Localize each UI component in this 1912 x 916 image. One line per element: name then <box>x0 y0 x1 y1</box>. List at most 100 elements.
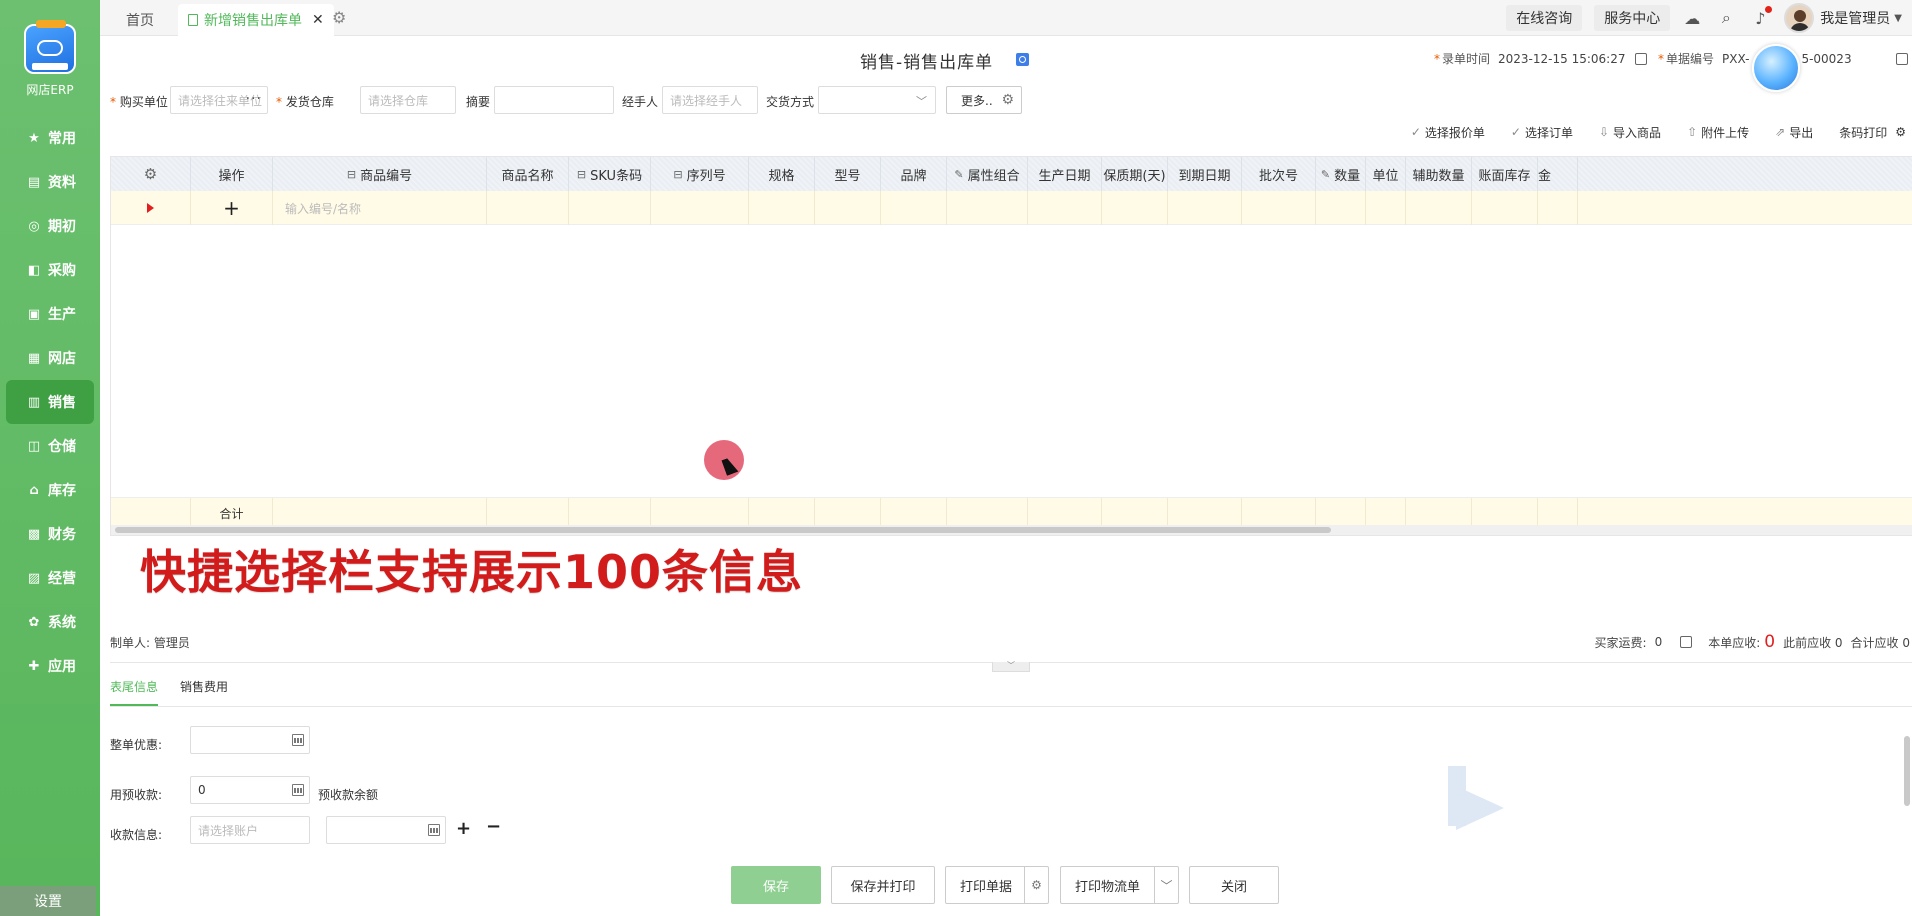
tab-label: 新增销售出库单 <box>204 13 302 29</box>
online-consult-button[interactable]: 在线咨询 <box>1506 5 1583 31</box>
add-icon[interactable]: + <box>223 196 240 220</box>
more-dots-icon[interactable]: ··· <box>246 91 262 107</box>
buyer-select[interactable]: 请选择往来单位 ··· <box>170 86 268 114</box>
sidebar-item-10[interactable]: ▨ 经营 <box>0 556 100 600</box>
table-cell <box>947 191 1028 225</box>
edit-icon[interactable] <box>1680 636 1693 648</box>
gear-icon[interactable]: ⚙ <box>1895 125 1906 139</box>
buyer-freight-value: 0 <box>1654 635 1663 649</box>
edit-icon[interactable]: ✎ <box>1321 168 1330 181</box>
column-pin-icon[interactable]: ⊟ <box>673 168 682 181</box>
calculator-icon[interactable] <box>428 824 440 836</box>
close-tab-icon[interactable]: ✕ <box>312 12 324 28</box>
total-cell <box>1102 498 1168 528</box>
account-select[interactable]: 请选择账户 <box>190 816 310 844</box>
sidebar-item-6[interactable]: ▥ 销售 <box>6 380 94 424</box>
save-print-button[interactable]: 保存并打印 <box>831 866 935 904</box>
chevron-down-icon[interactable]: ﹀ <box>1154 867 1178 903</box>
product-search-input[interactable]: 输入编号/名称 <box>273 191 487 225</box>
sidebar-item-3[interactable]: ◧ 采购 <box>0 248 100 292</box>
row-add[interactable]: + <box>191 191 273 225</box>
sidebar-item-0[interactable]: ★ 常用 <box>0 116 100 160</box>
prepaid-input[interactable]: 0 <box>190 776 310 804</box>
add-row-icon[interactable]: + <box>456 818 471 839</box>
column-header-label: 品牌 <box>900 168 927 184</box>
payment-amount-input[interactable] <box>326 816 446 844</box>
chevron-down-icon[interactable]: ▼ <box>1894 13 1902 24</box>
sidebar-item-2[interactable]: ◎ 期初 <box>0 204 100 248</box>
gear-icon[interactable]: ⚙ <box>1024 867 1048 903</box>
column-settings[interactable]: ⚙ <box>111 157 191 191</box>
bell-icon[interactable]: ♪ <box>1750 6 1773 28</box>
sidebar-item-label: 资料 <box>48 175 76 191</box>
cloud-download-icon[interactable]: ☁ <box>1682 8 1702 28</box>
table-row[interactable]: + 输入编号/名称 <box>111 191 1912 225</box>
avatar[interactable] <box>1784 3 1815 33</box>
settings-button[interactable]: 设置 <box>0 886 96 916</box>
sidebar-item-1[interactable]: ▤ 资料 <box>0 160 100 204</box>
calculator-icon[interactable] <box>292 734 304 746</box>
action-2[interactable]: ⇩ 导入商品 <box>1599 124 1661 141</box>
action-4[interactable]: ⇗ 导出 <box>1775 124 1813 141</box>
calculator-icon[interactable] <box>292 784 304 796</box>
action-3[interactable]: ⇧ 附件上传 <box>1687 124 1749 141</box>
app-logo[interactable] <box>24 20 76 74</box>
summary-label: 摘要 <box>466 95 491 109</box>
horizontal-scrollbar[interactable] <box>111 525 1912 535</box>
vertical-scrollbar[interactable] <box>1904 736 1910 806</box>
table-cell <box>569 191 651 225</box>
sidebar-item-12[interactable]: ✚ 应用 <box>0 644 100 688</box>
discount-input[interactable] <box>190 726 310 754</box>
action-5[interactable]: 条码打印 <box>1839 124 1887 141</box>
action-label: 选择报价单 <box>1424 125 1485 140</box>
warehouse-select[interactable]: 请选择仓库 <box>360 86 456 114</box>
action-1[interactable]: ✓ 选择订单 <box>1511 124 1573 141</box>
sidebar-item-4[interactable]: ▣ 生产 <box>0 292 100 336</box>
tab-sales-expense[interactable]: 销售费用 <box>180 678 228 706</box>
column-pin-icon[interactable]: ⊟ <box>577 168 586 181</box>
more-button[interactable]: 更多.. ⚙ <box>946 86 1022 114</box>
gear-icon[interactable]: ⚙ <box>332 8 350 27</box>
table-cell <box>1102 191 1168 225</box>
gear-icon[interactable]: ⚙ <box>1001 92 1014 108</box>
column-header-label: 型号 <box>834 168 861 184</box>
sidebar-item-7[interactable]: ◫ 仓储 <box>0 424 100 468</box>
settings-badge-icon[interactable] <box>1016 53 1029 66</box>
action-0[interactable]: ✓ 选择报价单 <box>1411 124 1485 141</box>
column-header-label: 数量 <box>1334 168 1361 184</box>
collapse-handle-icon[interactable]: ﹀ <box>992 662 1030 672</box>
sidebar-item-9[interactable]: ▩ 财务 <box>0 512 100 556</box>
delivery-select[interactable]: ﹀ <box>818 86 936 114</box>
edit-icon[interactable]: ✎ <box>954 168 963 181</box>
total-cell <box>273 498 487 528</box>
column-header: 批次号 <box>1242 157 1316 191</box>
total-receivable: 合计应收 0 <box>1850 635 1910 650</box>
print-logistics-button[interactable]: 打印物流单 ﹀ <box>1060 866 1179 904</box>
service-center-button[interactable]: 服务中心 <box>1594 5 1671 31</box>
username[interactable]: 我是管理员 <box>1820 8 1890 28</box>
sidebar-item-5[interactable]: ▦ 网店 <box>0 336 100 380</box>
scrollbar-thumb[interactable] <box>115 527 1331 533</box>
close-button[interactable]: 关闭 <box>1189 866 1279 904</box>
sidebar-item-label: 库存 <box>48 483 76 499</box>
sidebar-item-label: 财务 <box>48 527 76 543</box>
sidebar-item-8[interactable]: ⌂ 库存 <box>0 468 100 512</box>
column-pin-icon[interactable]: ⊟ <box>347 168 356 181</box>
sidebar-item-11[interactable]: ✿ 系统 <box>0 600 100 644</box>
summary-input[interactable] <box>494 86 614 114</box>
nav-icon: ▤ <box>27 174 41 190</box>
tab-new-sales-outbound[interactable]: 新增销售出库单 ✕ <box>178 4 334 36</box>
tab-footer-info[interactable]: 表尾信息 <box>110 678 159 706</box>
save-button[interactable]: 保存 <box>731 866 821 904</box>
edit-icon[interactable] <box>1635 52 1648 65</box>
table-cell <box>749 191 815 225</box>
edit-icon[interactable] <box>1895 52 1908 65</box>
print-doc-button[interactable]: 打印单据 ⚙ <box>945 866 1049 904</box>
gear-icon[interactable]: ⚙ <box>144 165 157 183</box>
table-cell <box>1242 191 1316 225</box>
handler-select[interactable]: 请选择经手人 <box>662 86 758 114</box>
search-icon[interactable]: ⌕ <box>1716 8 1736 28</box>
column-header: 品牌 <box>881 157 947 191</box>
tab-home[interactable]: 首页 <box>126 4 154 36</box>
remove-row-icon[interactable]: − <box>486 816 501 837</box>
